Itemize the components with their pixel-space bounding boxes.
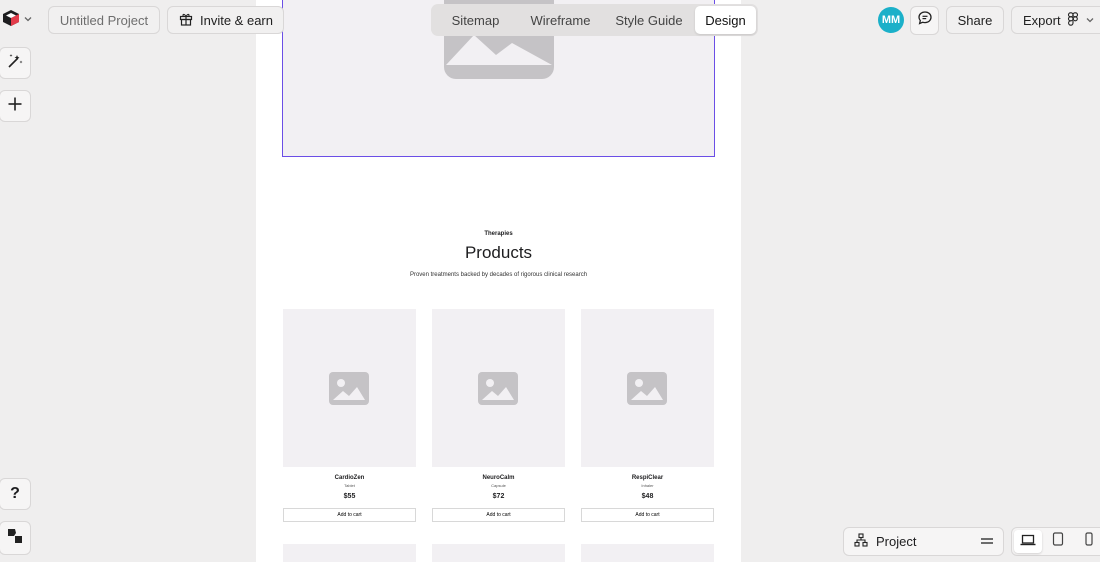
comments-button[interactable] [910, 6, 939, 35]
desktop-view-button[interactable] [1014, 530, 1043, 553]
tab-design[interactable]: Design [695, 6, 756, 34]
tab-sitemap[interactable]: Sitemap [433, 6, 518, 34]
comment-icon [917, 10, 933, 31]
mobile-view-button[interactable] [1075, 530, 1100, 553]
project-name-field[interactable]: Untitled Project [48, 6, 160, 34]
avatar[interactable]: MM [878, 7, 904, 33]
figma-icon [1067, 11, 1079, 29]
desktop-icon [1020, 533, 1036, 551]
product-type: Tablet [344, 483, 355, 488]
section-title: Products [464, 243, 533, 262]
sitemap-icon [854, 533, 868, 550]
project-label: Project [876, 534, 917, 549]
product-image [581, 309, 714, 467]
product-price: $55 [343, 493, 356, 500]
tablet-view-button[interactable] [1044, 530, 1072, 553]
product-type: Inhaler [641, 483, 654, 488]
add-to-cart-button[interactable]: Add to cart [283, 508, 416, 522]
tablet-icon [1052, 532, 1064, 551]
chevron-down-icon [1085, 13, 1095, 28]
section-subtitle: Proven treatments backed by decades of r… [409, 272, 588, 278]
add-element-button[interactable] [0, 90, 31, 122]
image-placeholder-icon [627, 372, 667, 405]
ai-edit-button[interactable] [0, 47, 31, 79]
product-price: $48 [641, 493, 654, 500]
product-name: CardioZen [334, 475, 365, 481]
product-name: RespiClear [631, 475, 664, 481]
product-card-partial [432, 544, 565, 562]
product-image [432, 309, 565, 467]
gift-icon [179, 12, 193, 29]
feedback-icon [6, 527, 24, 550]
product-image [283, 309, 416, 467]
add-to-cart-button[interactable]: Add to cart [432, 508, 565, 522]
share-button[interactable]: Share [946, 6, 1004, 34]
product-card: CardioZen Tablet $55 Add to cart [283, 309, 416, 523]
image-placeholder-icon [478, 372, 518, 405]
export-button[interactable]: Export [1011, 6, 1100, 34]
section-eyebrow: Therapies [484, 231, 513, 237]
product-type: Capsule [491, 483, 506, 488]
export-label: Export [1023, 12, 1061, 28]
product-name: NeuroCalm [482, 475, 515, 481]
tab-wireframe[interactable]: Wireframe [518, 6, 603, 34]
tab-style-guide[interactable]: Style Guide [603, 6, 695, 34]
chevron-down-icon [23, 11, 33, 29]
help-icon: ? [10, 485, 20, 502]
app-menu-button[interactable] [0, 6, 40, 34]
invite-earn-button[interactable]: Invite & earn [167, 6, 284, 34]
product-card: NeuroCalm Capsule $72 Add to cart [432, 309, 565, 523]
plus-icon [7, 96, 23, 117]
project-panel-toggle[interactable]: Project [843, 527, 1004, 556]
image-placeholder-icon [329, 372, 369, 405]
logo-cube-icon [2, 9, 20, 32]
product-price: $72 [492, 493, 505, 500]
feedback-button[interactable] [0, 521, 31, 555]
menu-icon [981, 534, 993, 549]
design-canvas-page: Therapies Products Proven treatments bac… [256, 0, 741, 562]
product-card: RespiClear Inhaler $48 Add to cart [581, 309, 714, 523]
help-button[interactable]: ? [0, 478, 31, 510]
add-to-cart-button[interactable]: Add to cart [581, 508, 714, 522]
device-preview-switcher [1011, 527, 1100, 556]
mobile-icon [1084, 532, 1094, 551]
product-card-partial [283, 544, 416, 562]
invite-earn-label: Invite & earn [200, 12, 273, 28]
view-mode-tabs: Sitemap Wireframe Style Guide Design [431, 4, 758, 36]
product-card-partial [581, 544, 714, 562]
magic-wand-icon [6, 52, 24, 75]
